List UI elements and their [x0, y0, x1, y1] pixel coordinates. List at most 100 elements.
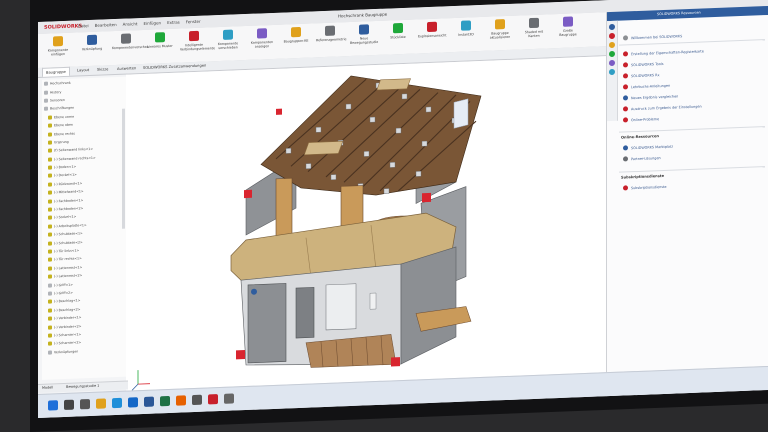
resource-link[interactable]: Erstellung der Eigenschaften-Registerkar… — [623, 48, 704, 57]
part-icon — [48, 224, 52, 229]
appearances-icon[interactable] — [609, 59, 615, 67]
resources-icon[interactable] — [609, 23, 615, 31]
document-title: Hochschrank Baugruppe — [338, 11, 388, 19]
ribbon-button-icon — [121, 33, 131, 44]
menu-item-tools[interactable]: Extras — [167, 20, 180, 25]
ribbon-button[interactable]: Neue Bewegungsstudie — [350, 24, 378, 51]
tree-item-label: (-) Griff<2> — [54, 290, 73, 296]
settings-icon[interactable] — [224, 393, 234, 404]
menu-item-window[interactable]: Fenster — [186, 19, 201, 25]
resource-link[interactable]: Ausdruck zum Ergebnis der Einstellungen — [623, 104, 702, 112]
design-library-icon[interactable] — [609, 32, 615, 40]
ribbon-button[interactable]: Baugruppen-KE — [282, 26, 310, 54]
tab-layout[interactable]: Layout — [74, 68, 92, 73]
menu-item-insert[interactable]: Einfügen — [143, 20, 161, 26]
tab-sketch[interactable]: Skizze — [94, 67, 111, 72]
resource-link[interactable]: SOLIDWORKS Rx — [623, 72, 660, 79]
resource-link[interactable]: SOLIDWORKS Tools — [623, 61, 664, 68]
resource-link[interactable]: SOLIDWORKS Marktplatz — [623, 144, 673, 151]
tree-item-label: Beschriftungen — [50, 105, 75, 111]
ribbon-button-icon — [223, 29, 233, 40]
search-icon[interactable] — [64, 399, 74, 411]
ribbon-button[interactable]: Stückliste — [384, 22, 412, 50]
ribbon-button[interactable]: Instant3D — [452, 20, 480, 47]
menu-item-file[interactable]: Datei — [78, 23, 89, 28]
tree-item-label: (-) Lattenrost<2> — [54, 273, 83, 279]
tree-item-label: (f) Seitenwand links<1> — [54, 147, 94, 153]
excel-icon[interactable] — [160, 395, 170, 407]
ribbon-button-label: Explosionsansicht — [418, 33, 447, 39]
tab-model[interactable]: Modell — [42, 385, 53, 389]
part-icon — [48, 148, 52, 153]
ribbon-button[interactable]: Shaded mit Kanten — [520, 17, 548, 44]
edge-icon[interactable] — [112, 397, 122, 409]
store-icon[interactable] — [192, 394, 202, 406]
ribbon-button-label: Verknüpfung — [81, 46, 103, 52]
lower-cabinet-side — [400, 246, 457, 365]
resource-link[interactable]: Neues Ergebnis vergleichen — [623, 93, 679, 101]
ribbon-button[interactable]: Lineares Muster — [146, 32, 174, 59]
tab-addins[interactable]: SOLIDWORKS Zusatzanwendungen — [140, 63, 209, 70]
ribbon-button-label: Stückliste — [390, 34, 406, 40]
tree-item[interactable]: Verknüpfungen — [42, 345, 126, 357]
ribbon-button-label: Neue Bewegungsstudie — [350, 36, 379, 46]
resource-link-label: Lehrbuchs-Anleitungen — [631, 83, 671, 89]
tree-scrollbar[interactable] — [122, 108, 125, 229]
menu-item-edit[interactable]: Bearbeiten — [95, 22, 117, 28]
ribbon-button-label: Intelligente Verbindungselemente — [180, 42, 215, 52]
view-palette-icon[interactable] — [609, 50, 615, 58]
welcome-link[interactable]: Willkommen bei SOLIDWORKS — [623, 33, 682, 41]
tree-item-label: (-) Schublade<2> — [54, 239, 83, 245]
ribbon-button[interactable]: Komponente einfügen — [44, 36, 72, 63]
ribbon-button[interactable]: Verknüpfung — [78, 34, 106, 61]
resource-icon — [623, 106, 628, 112]
home-icon — [623, 35, 628, 41]
tab-assembly[interactable]: Baugruppe — [42, 66, 70, 77]
ribbon-button[interactable]: Komponente verschieben — [214, 29, 242, 56]
ribbon-button[interactable]: Explosionsansicht — [418, 21, 446, 48]
ribbon-button-icon — [257, 28, 267, 39]
tree-item-label: (-) Griff<1> — [54, 282, 73, 287]
word-icon[interactable] — [144, 396, 154, 407]
windows-start-icon[interactable] — [48, 400, 58, 411]
file-explorer-tab-icon[interactable] — [609, 41, 615, 49]
ribbon-button[interactable]: Komponentenvorschau — [112, 33, 149, 60]
ribbon-button[interactable]: Intelligente Verbindungselemente — [180, 30, 215, 57]
resource-link[interactable]: Subskriptionsdienste — [623, 184, 666, 191]
ribbon-button[interactable]: Große Baugruppe — [554, 16, 582, 43]
part-icon — [48, 324, 52, 330]
resource-link[interactable]: Lehrbuchs-Anleitungen — [623, 83, 670, 90]
graphics-area[interactable] — [126, 56, 624, 405]
ribbon-button-icon — [393, 22, 403, 34]
part-icon — [44, 98, 48, 103]
part-icon — [48, 207, 52, 212]
ribbon-button[interactable]: Referenzgeometrie — [316, 25, 346, 52]
outlook-icon[interactable] — [128, 397, 138, 408]
resource-link-label: Neues Ergebnis vergleichen — [631, 93, 679, 100]
tree-item-label: (-) Schublade<1> — [54, 231, 83, 237]
menu-item-view[interactable]: Ansicht — [123, 21, 138, 27]
task-view-icon[interactable] — [80, 399, 90, 410]
part-icon — [48, 274, 52, 279]
resource-link[interactable]: Online-Probleme — [623, 116, 659, 123]
roof-hatch-upper — [376, 78, 411, 91]
tree-item-label: Ursprung — [54, 139, 69, 145]
firefox-icon[interactable] — [176, 395, 186, 406]
ribbon-button[interactable]: Baugruppe aktualisieren — [486, 19, 514, 46]
tree-item-label: (-) Seitenwand rechts<1> — [54, 155, 96, 162]
tree-item-label: (-) Arbeitsplatte<1> — [54, 222, 87, 229]
part-icon — [48, 333, 52, 338]
tree-item-label: (-) Scharnier<1> — [54, 332, 82, 338]
app-logo: SOLIDWORKS — [44, 23, 83, 31]
part-icon — [48, 232, 52, 237]
tree-item-label: (-) Sockel<1> — [54, 214, 77, 220]
tab-evaluate[interactable]: Auswerten — [114, 66, 139, 71]
ribbon-button[interactable]: Komponenten anzeigen — [248, 28, 276, 55]
part-icon — [48, 299, 52, 304]
tab-motion-study[interactable]: Bewegungsstudie 1 — [66, 384, 99, 389]
solidworks-icon[interactable] — [208, 394, 218, 405]
custom-properties-icon[interactable] — [609, 68, 615, 76]
file-explorer-icon[interactable] — [96, 398, 106, 409]
resource-link[interactable]: Partner-Lösungen — [623, 155, 661, 162]
online-resources-title: Online-Ressourcen — [621, 134, 659, 140]
